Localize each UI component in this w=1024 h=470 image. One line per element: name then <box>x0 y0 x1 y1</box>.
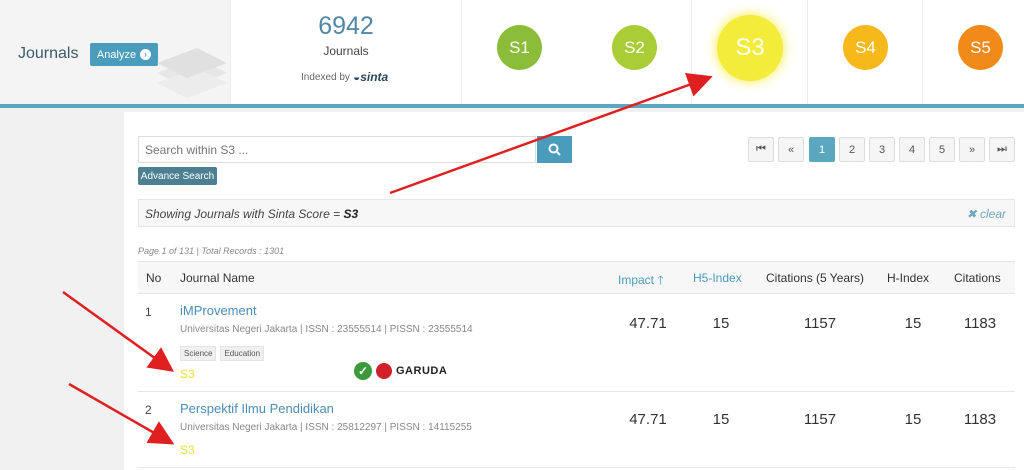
citations-value: 1183 <box>963 411 997 428</box>
tag-education[interactable]: Education <box>220 346 265 361</box>
row-no: 1 <box>145 305 152 319</box>
advance-search-button[interactable]: Advance Search <box>138 167 217 185</box>
sinta-logo: ◒sinta <box>352 70 389 84</box>
left-sidebar <box>0 112 124 470</box>
citations-value: 1183 <box>963 315 997 332</box>
score-badge: S3 <box>180 367 195 381</box>
journal-tags: Science Education <box>180 343 268 361</box>
col-citations-5y[interactable]: Citations (5 Years) <box>766 271 864 285</box>
analyze-label: Analyze <box>96 48 137 61</box>
indexed-by-label: Indexed by <box>301 71 350 83</box>
journal-meta: Universitas Negeri Jakarta | ISSN : 2581… <box>180 422 472 433</box>
col-h-index[interactable]: H-Index <box>887 271 929 285</box>
check-icon: ✓ <box>354 362 372 380</box>
pagination: ⏮ « <box>748 137 804 162</box>
page-title: Journals <box>18 45 79 62</box>
h-index-value: 15 <box>904 315 922 332</box>
h5-value: 15 <box>712 315 730 332</box>
last-page-button[interactable]: ⏭ <box>989 137 1015 162</box>
h5-value: 15 <box>712 411 730 428</box>
page-3-button[interactable]: 3 <box>869 137 895 162</box>
journal-title-link[interactable]: Perspektif Ilmu Pendidikan <box>180 401 334 416</box>
arrow-right-icon: › <box>140 49 152 60</box>
journal-count-cell: 6942 Journals Indexed by ◒sinta <box>230 0 461 104</box>
score-s5-badge[interactable]: S5 <box>958 25 1003 70</box>
col-journal-name[interactable]: Journal Name <box>180 271 255 285</box>
page-4-button[interactable]: 4 <box>899 137 925 162</box>
journal-title-link[interactable]: iMProvement <box>180 303 257 318</box>
score-cell-s1[interactable]: S1 S2 <box>461 0 691 104</box>
col-citations[interactable]: Citations <box>954 271 1001 285</box>
close-icon: ✖ <box>966 207 977 221</box>
sort-up-icon: 🡑 <box>657 273 664 287</box>
score-cell-s4[interactable]: S4 <box>807 0 922 104</box>
page-numbers: 1 2 3 4 5 » ⏭ <box>809 137 1015 162</box>
citations-5y-value: 1157 <box>803 411 837 428</box>
journal-count-label: Journals <box>323 44 369 58</box>
h-index-value: 15 <box>904 411 922 428</box>
score-s4-badge[interactable]: S4 <box>843 25 888 70</box>
impact-value: 47.71 <box>629 411 667 428</box>
col-impact[interactable]: Impact 🡑 <box>618 271 664 292</box>
page-5-button[interactable]: 5 <box>929 137 955 162</box>
next-page-button[interactable]: » <box>959 137 985 162</box>
score-s2-badge[interactable]: S2 <box>612 25 657 70</box>
garuda-badge[interactable]: ✓ GARUDA <box>354 362 447 380</box>
impact-value: 47.71 <box>629 315 667 332</box>
filter-value: S3 <box>343 207 359 221</box>
search-icon <box>548 143 561 156</box>
table-row: 1 iMProvement Universitas Negeri Jakarta… <box>138 294 1015 392</box>
col-no: No <box>146 271 162 285</box>
indexed-by: Indexed by ◒sinta <box>301 70 388 84</box>
filter-bar: Showing Journals with Sinta Score = S3 ✖… <box>138 199 1015 227</box>
prev-page-button[interactable]: « <box>778 137 804 162</box>
top-header: Journals Analyze › 6942 Journals Indexed… <box>0 0 1024 108</box>
citations-5y-value: 1157 <box>803 315 837 332</box>
page-1-button[interactable]: 1 <box>809 137 835 162</box>
col-h5-index[interactable]: H5-Index <box>693 271 742 285</box>
table-row: 2 Perspektif Ilmu Pendidikan Universitas… <box>138 392 1015 468</box>
score-cell-s5[interactable]: S5 <box>922 0 1024 104</box>
journal-meta: Universitas Negeri Jakarta | ISSN : 2355… <box>180 324 473 335</box>
score-s3-badge[interactable]: S3 <box>717 15 783 81</box>
table-header: No Journal Name Impact 🡑 H5-Index Citati… <box>138 261 1015 294</box>
first-page-icon: ⏮ <box>756 143 766 155</box>
score-cell-s3[interactable]: S3 <box>691 0 807 104</box>
books-icon <box>157 48 227 98</box>
last-page-icon: ⏭ <box>997 143 1007 155</box>
journal-count: 6942 <box>318 12 374 40</box>
garuda-logo-icon <box>376 363 392 379</box>
search-input[interactable] <box>138 136 536 163</box>
page-2-button[interactable]: 2 <box>839 137 865 162</box>
garuda-label: GARUDA <box>396 365 448 377</box>
clear-filter-link[interactable]: ✖ clear <box>967 207 1006 221</box>
score-badge: S3 <box>180 443 195 457</box>
search-button[interactable] <box>537 136 572 163</box>
analyze-button[interactable]: Analyze › <box>90 43 158 66</box>
records-info: Page 1 of 131 | Total Records : 1301 <box>138 246 285 256</box>
row-no: 2 <box>145 403 152 417</box>
score-s1-badge[interactable]: S1 <box>497 25 542 70</box>
header-brand-area: Journals Analyze › <box>0 0 230 104</box>
tag-science[interactable]: Science <box>180 346 217 361</box>
first-page-button[interactable]: ⏮ <box>748 137 774 162</box>
filter-text: Showing Journals with Sinta Score = S3 <box>145 207 359 221</box>
